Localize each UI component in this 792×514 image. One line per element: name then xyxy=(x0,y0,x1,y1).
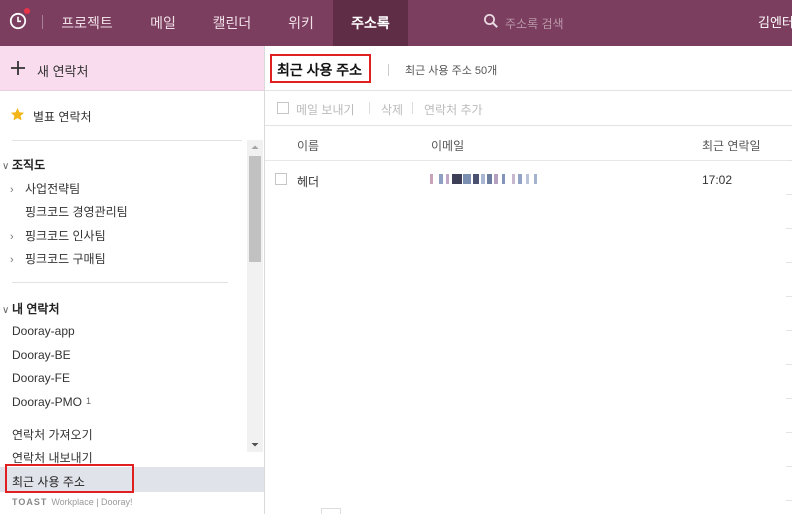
group-dooray-be[interactable]: Dooray-BE xyxy=(12,348,71,362)
clock-icon[interactable] xyxy=(9,12,27,30)
contact-last-date: 17:02 xyxy=(702,173,733,187)
title-divider xyxy=(388,64,389,76)
highlight-box xyxy=(270,54,371,83)
org-item-strategy[interactable]: › 사업전략팀 xyxy=(10,180,80,197)
add-contact-button[interactable]: 연락처 추가 xyxy=(424,101,483,118)
pagination[interactable] xyxy=(321,508,341,514)
group-dooray-pmo[interactable]: Dooray-PMO 1 xyxy=(12,395,91,409)
org-chart-heading[interactable]: ∨ 조직도 xyxy=(2,156,45,173)
contact-name[interactable]: 헤더 xyxy=(297,173,319,190)
footer-brand: TOAST Workplace | Dooray! xyxy=(12,497,133,507)
chevron-right-icon: › xyxy=(10,231,14,243)
favorites-label: 별표 연락처 xyxy=(33,110,92,124)
divider xyxy=(12,282,228,283)
user-name[interactable]: 김엔터 xyxy=(758,0,792,46)
plus-icon xyxy=(11,61,25,75)
contact-email-redacted[interactable] xyxy=(430,174,540,184)
new-contact-label: 새 연락처 xyxy=(37,64,89,79)
toolbar-divider xyxy=(369,102,370,114)
top-navigation-bar: 프로젝트 메일 캘린더 위키 주소록 주소록 검색 김엔터 xyxy=(0,0,792,46)
notification-dot xyxy=(24,8,30,14)
tab-mail[interactable]: 메일 xyxy=(138,0,188,46)
org-item-hr[interactable]: › 핑크코드 인사팀 xyxy=(10,227,106,244)
column-header-email[interactable]: 이메일 xyxy=(431,137,464,154)
list-edge xyxy=(786,46,792,514)
column-header-name[interactable]: 이름 xyxy=(297,137,319,154)
highlight-box xyxy=(5,464,134,493)
scroll-up-icon[interactable] xyxy=(247,140,263,154)
nav-divider xyxy=(42,15,43,29)
delete-button[interactable]: 삭제 xyxy=(381,101,403,118)
org-item-management[interactable]: 핑크코드 경영관리팀 xyxy=(25,203,128,220)
divider xyxy=(265,125,792,126)
toolbar-divider xyxy=(412,102,413,114)
column-header-last-contact[interactable]: 최근 연락일 xyxy=(702,137,761,154)
group-dooray-fe[interactable]: Dooray-FE xyxy=(12,371,70,385)
sidebar: 새 연락처 별표 연락처 ∨ 조직도 › 사업전략팀 핑크코드 경영관리팀 › 핑크코… xyxy=(0,46,265,514)
contact-tree: ∨ 조직도 › 사업전략팀 핑크코드 경영관리팀 › 핑크코드 인사팀 › 핑크코드 구… xyxy=(0,140,264,452)
scrollbar-thumb[interactable] xyxy=(249,156,261,262)
send-mail-button[interactable]: 메일 보내기 xyxy=(296,101,355,118)
chevron-down-icon: ∨ xyxy=(2,161,10,172)
new-contact-button[interactable]: 새 연락처 xyxy=(0,46,264,91)
select-all-checkbox[interactable] xyxy=(277,102,289,114)
tab-wiki[interactable]: 위키 xyxy=(276,0,326,46)
tab-project[interactable]: 프로젝트 xyxy=(50,0,124,46)
sidebar-scrollbar[interactable] xyxy=(247,140,263,452)
scroll-down-icon[interactable] xyxy=(247,438,263,452)
tab-address-book[interactable]: 주소록 xyxy=(333,0,408,46)
my-contacts-heading[interactable]: ∨ 내 연락처 xyxy=(2,300,60,317)
search-icon xyxy=(484,14,498,28)
divider xyxy=(265,90,792,91)
count-badge: 1 xyxy=(86,396,92,406)
chevron-down-icon: ∨ xyxy=(2,305,10,316)
main-content: 최근 사용 주소 최근 사용 주소 50개 메일 보내기 삭제 연락처 추가 이… xyxy=(265,46,792,514)
chevron-right-icon: › xyxy=(10,184,14,196)
chevron-right-icon: › xyxy=(10,254,14,266)
toast-logo: TOAST xyxy=(12,497,48,507)
star-icon xyxy=(10,107,25,121)
tab-calendar[interactable]: 캘린더 xyxy=(200,0,264,46)
import-contacts-link[interactable]: 연락처 가져오기 xyxy=(12,426,93,443)
search-input[interactable]: 주소록 검색 xyxy=(505,15,564,32)
divider xyxy=(265,160,792,161)
page-subtitle: 최근 사용 주소 50개 xyxy=(405,65,498,77)
group-dooray-app[interactable]: Dooray-app xyxy=(12,324,75,338)
row-checkbox[interactable] xyxy=(275,173,287,185)
org-item-purchasing[interactable]: › 핑크코드 구매팀 xyxy=(10,250,106,267)
